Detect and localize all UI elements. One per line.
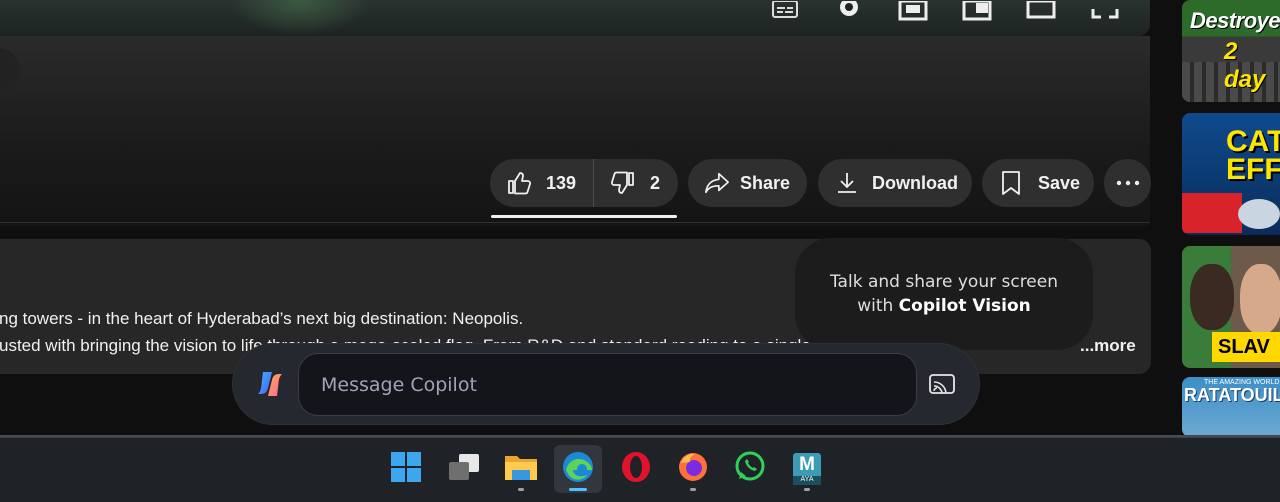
tooltip-line: with Copilot Vision (857, 294, 1031, 318)
more-horizontal-icon (1115, 170, 1141, 196)
download-button[interactable]: Download (818, 159, 972, 207)
show-more-link[interactable]: ...more (1078, 336, 1136, 356)
miniplayer-icon[interactable] (898, 0, 928, 22)
copilot-bar (232, 343, 980, 425)
dislike-count: 2 (650, 172, 661, 193)
save-label: Save (1038, 172, 1081, 193)
whatsapp-button[interactable] (726, 445, 774, 493)
share-label: Share (740, 172, 791, 193)
description-line: ng towers - in the heart of Hyderabad’s … (0, 309, 524, 328)
video-frame (230, 0, 370, 36)
thumbs-up-icon (506, 170, 532, 196)
share-screen-icon[interactable] (929, 372, 955, 398)
save-button[interactable]: Save (982, 159, 1094, 207)
maya-icon: M AYA (792, 452, 822, 486)
file-explorer-button[interactable] (497, 445, 545, 493)
action-bar: 139 2 Share Download Save (0, 159, 1151, 207)
firefox-icon (677, 451, 709, 488)
bookmark-icon (998, 170, 1024, 196)
app-running-indicator (518, 488, 524, 491)
maya-letter: M (799, 454, 815, 475)
download-label: Download (872, 172, 958, 193)
fish-image (1238, 199, 1280, 229)
start-button[interactable] (382, 445, 430, 493)
video-player[interactable] (0, 0, 1150, 36)
like-count: 139 (546, 172, 577, 193)
folder-icon (504, 452, 538, 487)
copilot-vision-label: Copilot Vision (898, 296, 1031, 316)
tooltip-prefix: with (857, 296, 899, 316)
share-button[interactable]: Share (688, 159, 807, 207)
share-arrow-icon (704, 170, 730, 196)
firefox-button[interactable] (669, 445, 717, 493)
like-dislike-group: 139 2 (490, 159, 678, 207)
fullscreen-icon[interactable] (1090, 0, 1120, 22)
recommended-video-thumbnail[interactable]: THE AMAZING WORLD RATATOUILLE (1182, 377, 1280, 437)
opera-button[interactable] (612, 445, 660, 493)
tooltip-line: Talk and share your screen (829, 272, 1058, 292)
gear-icon[interactable] (834, 0, 864, 22)
maya-sub-label: AYA (800, 476, 814, 483)
subtitles-icon[interactable] (770, 0, 800, 22)
flag-image (1182, 193, 1242, 233)
like-button[interactable]: 139 (490, 159, 594, 207)
thumbnail-text: Destroye (1190, 8, 1280, 33)
dislike-button[interactable]: 2 (594, 170, 660, 196)
windows-logo-icon (390, 451, 422, 488)
like-ratio-bar (491, 215, 677, 218)
thumbnail-text: SLAV (1212, 332, 1280, 362)
app-running-indicator (690, 488, 696, 491)
edge-icon (561, 450, 595, 489)
section-divider (0, 222, 1150, 223)
app-running-indicator (804, 488, 810, 491)
recommended-video-thumbnail[interactable]: SLAV (1182, 246, 1280, 368)
app-active-indicator (569, 488, 587, 491)
copilot-message-input[interactable] (298, 353, 917, 416)
task-view-icon (447, 452, 481, 487)
opera-icon (620, 451, 652, 488)
recommended-video-thumbnail[interactable]: CAT EFF (1182, 113, 1280, 235)
person-image (1190, 264, 1234, 330)
taskbar: M AYA (0, 437, 1280, 502)
thumbnail-text: RATATOUILLE (1184, 385, 1280, 405)
edge-button[interactable] (554, 445, 602, 493)
theater-icon[interactable] (962, 0, 992, 22)
person-image (1240, 264, 1280, 334)
more-actions-button[interactable] (1104, 159, 1151, 207)
thumbs-down-icon (610, 170, 636, 196)
fullscreen-window-icon[interactable] (1026, 0, 1056, 22)
whatsapp-icon (734, 451, 766, 488)
copilot-vision-tooltip: Talk and share your screen with Copilot … (795, 238, 1093, 350)
thumbnail-text: EFF (1226, 153, 1280, 186)
download-icon (834, 170, 860, 196)
thumbnail-text: 2 day (1224, 38, 1266, 93)
copilot-logo-icon[interactable] (254, 368, 286, 400)
video-controls (770, 0, 1120, 22)
recommended-video-thumbnail[interactable]: Destroye 2 day (1182, 0, 1280, 102)
task-view-button[interactable] (440, 445, 488, 493)
maya-button[interactable]: M AYA (783, 445, 831, 493)
